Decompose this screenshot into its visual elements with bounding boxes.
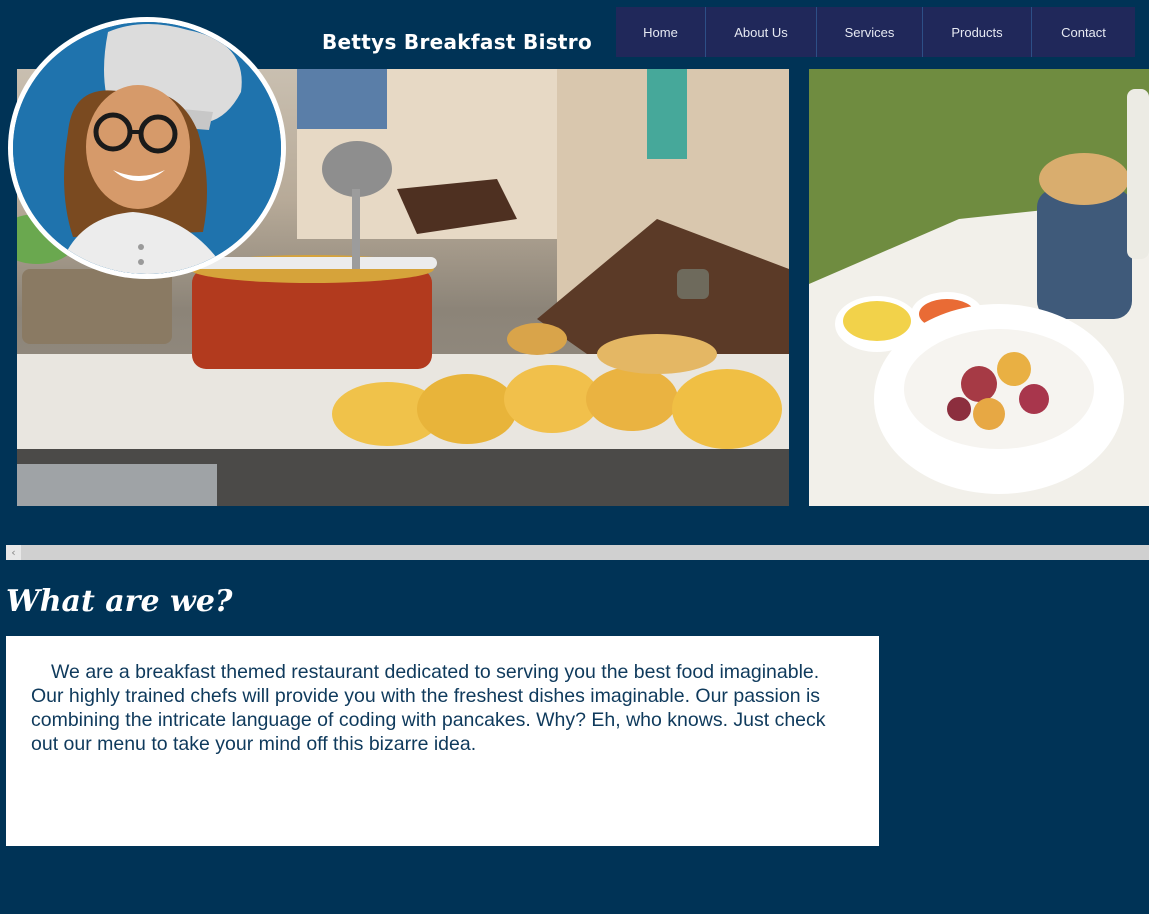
table-photo	[809, 69, 1149, 506]
gallery-horizontal-scrollbar[interactable]: ‹	[6, 545, 1149, 560]
chef-avatar-logo	[8, 17, 286, 279]
nav-services[interactable]: Services	[817, 7, 923, 57]
scroll-left-arrow-icon[interactable]: ‹	[6, 545, 21, 560]
about-description: We are a breakfast themed restaurant ded…	[31, 661, 826, 755]
nav-about-us[interactable]: About Us	[706, 7, 817, 57]
site-title: Bettys Breakfast Bistro	[322, 30, 592, 54]
about-box: We are a breakfast themed restaurant ded…	[6, 636, 879, 846]
nav-products[interactable]: Products	[923, 7, 1032, 57]
nav-contact[interactable]: Contact	[1032, 7, 1135, 57]
main-nav: Home About Us Services Products Contact	[616, 7, 1135, 57]
chef-avatar-illustration	[13, 22, 281, 274]
nav-home[interactable]: Home	[616, 7, 706, 57]
about-heading: What are we?	[6, 584, 233, 619]
chef-portrait-icon	[13, 22, 281, 274]
table-photo-illustration	[809, 69, 1149, 506]
